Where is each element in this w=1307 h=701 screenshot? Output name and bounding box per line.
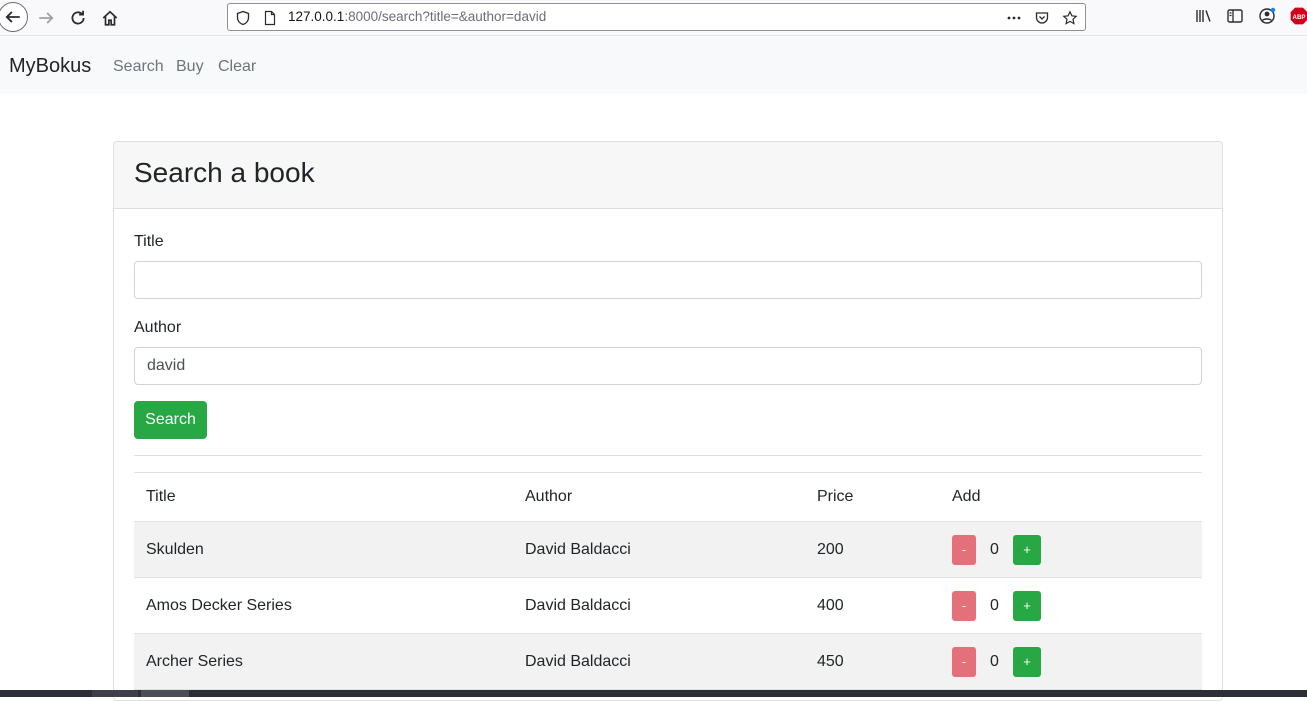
adblock-icon[interactable]: ABP (1289, 6, 1307, 26)
svg-text:ABP: ABP (1293, 14, 1306, 21)
results-table: Title Author Price Add Skulden David Bal… (134, 472, 1202, 690)
sidebar-icon[interactable] (1226, 6, 1244, 26)
home-icon (102, 10, 118, 26)
cell-price: 200 (805, 521, 940, 578)
pocket-icon[interactable] (1034, 10, 1050, 26)
header-add: Add (940, 472, 1202, 522)
nav-link-clear[interactable]: Clear (218, 58, 256, 76)
url-text[interactable]: 127.0.0.1:8000/search?title=&author=davi… (288, 9, 546, 24)
increase-button[interactable]: + (1013, 534, 1041, 565)
taskbar-item[interactable] (141, 690, 189, 697)
cell-title: Archer Series (134, 633, 513, 690)
cell-author: David Baldacci (513, 633, 805, 690)
author-label: Author (134, 319, 182, 336)
search-button[interactable]: Search (134, 401, 207, 439)
increase-button[interactable]: + (1013, 646, 1041, 677)
cell-add: - 0 + (940, 521, 1202, 578)
account-icon[interactable] (1258, 6, 1276, 26)
page-title: Search a book (134, 157, 315, 188)
cell-title: Amos Decker Series (134, 577, 513, 634)
title-input[interactable] (134, 261, 1202, 299)
cell-title: Skulden (134, 521, 513, 578)
card-header: Search a book (114, 142, 1222, 209)
navbar: MyBokus Search Buy Clear (0, 37, 1307, 94)
brand-logo[interactable]: MyBokus (9, 55, 91, 78)
header-author: Author (513, 472, 805, 522)
url-host: 127.0.0.1 (288, 9, 345, 24)
table-row: Archer Series David Baldacci 450 - 0 + (134, 633, 1202, 690)
table-row: Amos Decker Series David Baldacci 400 - … (134, 577, 1202, 634)
browser-toolbar: 127.0.0.1:8000/search?title=&author=davi… (0, 0, 1307, 36)
table-header-row: Title Author Price Add (134, 472, 1202, 522)
decrease-button[interactable]: - (952, 590, 976, 621)
home-button[interactable] (96, 4, 124, 32)
url-path: :8000/search?title=&author=david (344, 9, 547, 24)
cell-author: David Baldacci (513, 521, 805, 578)
cell-add: - 0 + (940, 577, 1202, 634)
author-input[interactable] (134, 347, 1202, 385)
cell-author: David Baldacci (513, 577, 805, 634)
reload-icon (71, 10, 85, 25)
cell-add: - 0 + (940, 633, 1202, 690)
more-actions-icon[interactable] (1006, 10, 1022, 26)
back-button[interactable] (0, 2, 28, 32)
page-icon[interactable] (262, 10, 278, 26)
cell-price: 450 (805, 633, 940, 690)
quantity-value: 0 (990, 540, 999, 558)
shield-icon[interactable] (235, 10, 251, 26)
reload-button[interactable] (64, 4, 92, 32)
forward-button[interactable] (32, 4, 60, 32)
increase-button[interactable]: + (1013, 590, 1041, 621)
url-bar[interactable]: 127.0.0.1:8000/search?title=&author=davi… (227, 3, 1086, 31)
nav-link-search[interactable]: Search (113, 58, 164, 76)
quantity-value: 0 (990, 652, 999, 670)
search-card: Search a book Title Author Search Title … (113, 141, 1223, 701)
cell-price: 400 (805, 577, 940, 634)
taskbar (0, 690, 1307, 697)
taskbar-item[interactable] (92, 690, 138, 697)
header-price: Price (805, 472, 940, 522)
header-title: Title (134, 472, 513, 522)
star-icon[interactable] (1062, 10, 1078, 26)
decrease-button[interactable]: - (952, 534, 976, 565)
nav-link-buy[interactable]: Buy (176, 58, 204, 76)
library-icon[interactable] (1195, 6, 1213, 26)
arrow-left-icon (5, 11, 20, 23)
title-label: Title (134, 233, 164, 250)
quantity-value: 0 (990, 596, 999, 614)
table-row: Skulden David Baldacci 200 - 0 + (134, 521, 1202, 578)
divider (134, 455, 1202, 456)
decrease-button[interactable]: - (952, 646, 976, 677)
arrow-right-icon (39, 12, 54, 24)
